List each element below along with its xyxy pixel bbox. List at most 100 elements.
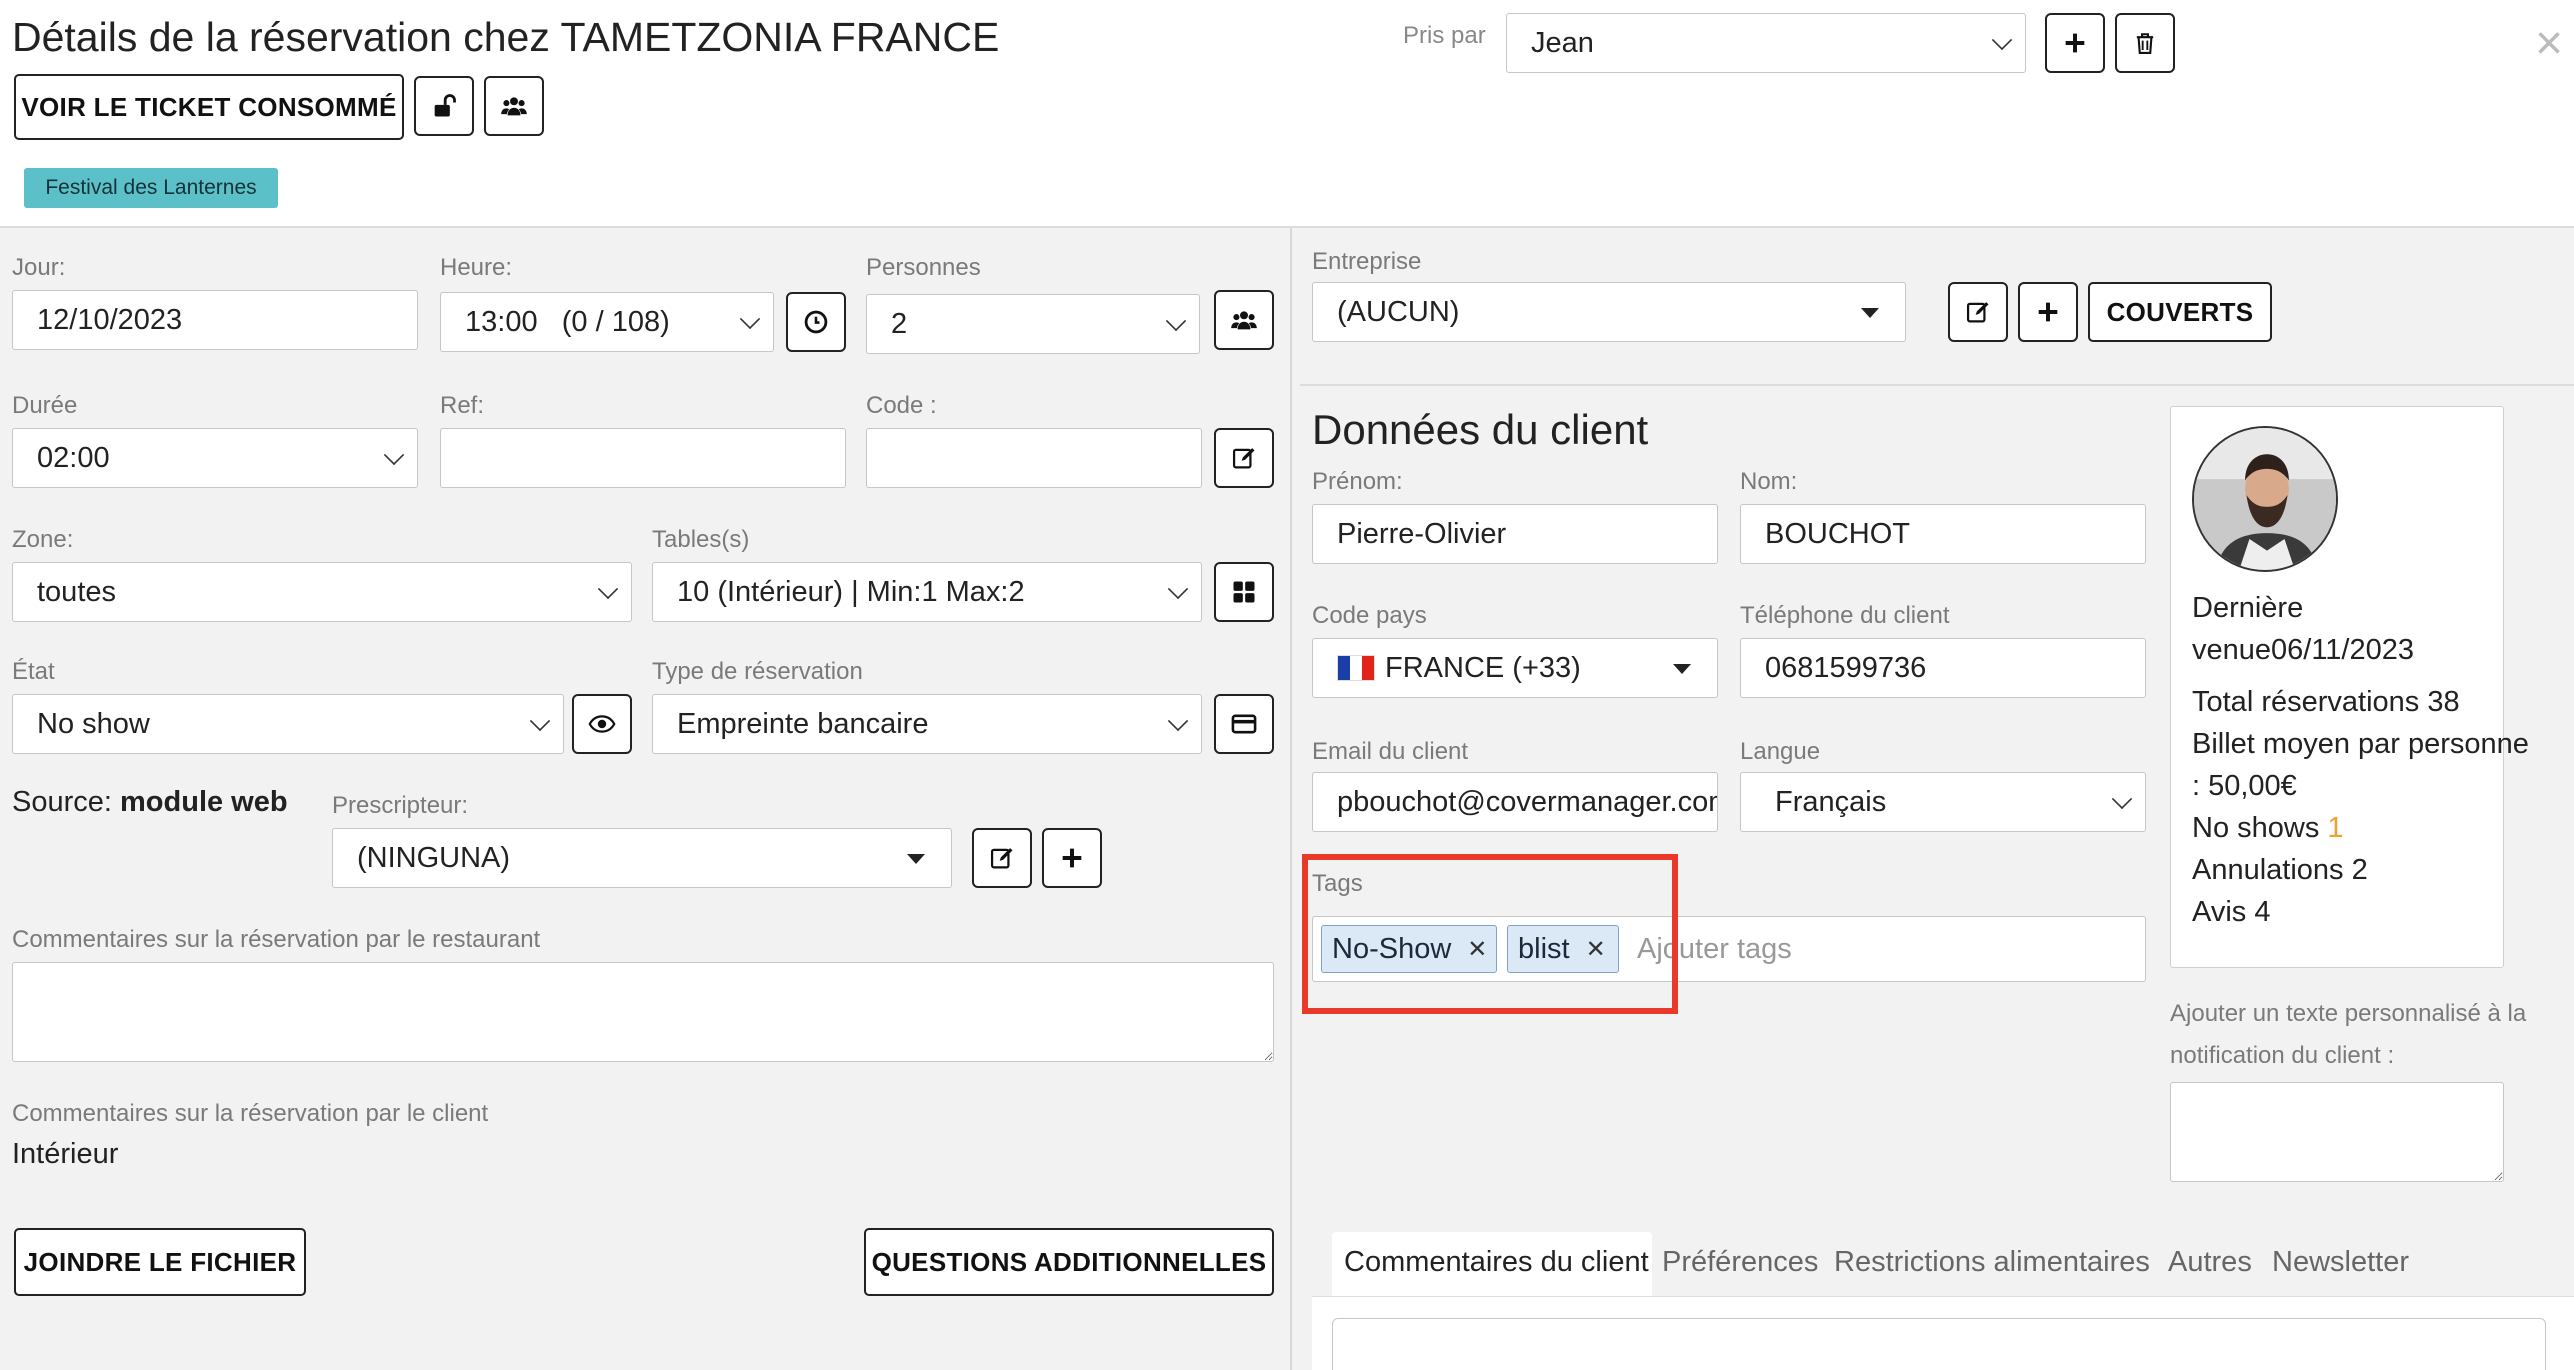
ref-input[interactable] — [440, 428, 846, 488]
notification-textarea[interactable] — [2170, 1082, 2504, 1182]
event-badge[interactable]: Festival des Lanternes — [24, 168, 278, 208]
reservation-type-label: Type de réservation — [652, 658, 863, 685]
taken-by-value: Jean — [1531, 26, 1594, 59]
duration-label: Durée — [12, 392, 78, 419]
caret-down-icon — [1861, 308, 1879, 318]
client-comments-textarea[interactable] — [1332, 1318, 2546, 1370]
day-input[interactable]: 12/10/2023 — [12, 290, 418, 350]
tables-grid-button[interactable] — [1214, 562, 1274, 622]
users-icon — [1231, 311, 1257, 330]
company-label: Entreprise — [1312, 248, 1422, 275]
code-input[interactable] — [866, 428, 1202, 488]
chevron-down-icon — [1991, 29, 2013, 51]
country-code-value: FRANCE (+33) — [1385, 651, 1581, 684]
time-button[interactable] — [786, 292, 846, 352]
company-value: (AUCUN) — [1337, 295, 1460, 328]
edit-company-button[interactable] — [1948, 282, 2008, 342]
zone-select[interactable]: toutes — [12, 562, 632, 622]
country-code-select[interactable]: FRANCE (+33) — [1312, 638, 1718, 698]
duration-value: 02:00 — [37, 441, 110, 474]
view-state-button[interactable] — [572, 694, 632, 754]
chevron-down-icon — [383, 444, 405, 466]
clock-icon — [804, 310, 828, 334]
state-label: État — [12, 658, 55, 685]
plus-icon — [2038, 302, 2058, 322]
add-staff-button[interactable] — [2045, 13, 2105, 73]
additional-questions-button[interactable]: QUESTIONS ADDITIONNELLES — [864, 1228, 1274, 1296]
zone-value: toutes — [37, 575, 116, 608]
tab-client-comments[interactable]: Commentaires du client — [1344, 1246, 1649, 1279]
source-text: Source: module web — [12, 786, 288, 819]
taken-by-select[interactable]: Jean — [1506, 13, 2026, 73]
chevron-down-icon — [1167, 710, 1189, 732]
no-shows-count[interactable]: 1 — [2327, 812, 2343, 844]
add-company-button[interactable] — [2018, 282, 2078, 342]
prescriber-select[interactable]: (NINGUNA) — [332, 828, 952, 888]
notification-label-line1: Ajouter un texte personnalisé à la — [2170, 1000, 2527, 1027]
chevron-down-icon — [1165, 310, 1187, 332]
card-button[interactable] — [1214, 694, 1274, 754]
last-name-input[interactable]: BOUCHOT — [1740, 504, 2146, 564]
phone-value: 0681599736 — [1765, 651, 1927, 684]
caret-down-icon — [1673, 664, 1691, 674]
duration-select[interactable]: 02:00 — [12, 428, 418, 488]
tab-preferences[interactable]: Préférences — [1662, 1246, 1818, 1279]
email-input[interactable]: pbouchot@covermanager.com — [1312, 772, 1718, 832]
users-icon — [501, 97, 527, 116]
last-name-value: BOUCHOT — [1765, 517, 1910, 550]
unlock-button[interactable] — [414, 76, 474, 136]
covers-button[interactable]: COUVERTS — [2088, 282, 2272, 342]
edit-prescriber-button[interactable] — [972, 828, 1032, 888]
taken-by-label: Pris par — [1403, 22, 1486, 49]
tab-others[interactable]: Autres — [2168, 1246, 2252, 1279]
day-label: Jour: — [12, 254, 66, 281]
avatar — [2192, 426, 2338, 572]
edit-icon — [990, 848, 1013, 869]
state-value: No show — [37, 707, 150, 740]
phone-input[interactable]: 0681599736 — [1740, 638, 2146, 698]
reservation-type-select[interactable]: Empreinte bancaire — [652, 694, 1202, 754]
attach-file-button[interactable]: JOINDRE LE FICHIER — [14, 1228, 306, 1296]
avg-ticket-line1: Billet moyen par personne — [2192, 728, 2529, 760]
tables-value: 10 (Intérieur) | Min:1 Max:2 — [677, 575, 1025, 608]
eye-icon — [588, 715, 616, 733]
reviews-stat: Avis 4 — [2192, 896, 2271, 928]
notification-label-line2: notification du client : — [2170, 1042, 2395, 1069]
close-icon[interactable]: × — [2535, 20, 2563, 68]
company-select[interactable]: (AUCUN) — [1312, 282, 1906, 342]
delete-button[interactable] — [2115, 13, 2175, 73]
group-button[interactable] — [484, 76, 544, 136]
edit-icon — [1966, 302, 1989, 323]
people-group-button[interactable] — [1214, 290, 1274, 350]
plus-icon — [2065, 33, 2085, 53]
restaurant-comments-textarea[interactable] — [12, 962, 1274, 1062]
tab-dietary-restrictions[interactable]: Restrictions alimentaires — [1834, 1246, 2150, 1279]
code-label: Code : — [866, 392, 937, 419]
hour-label: Heure: — [440, 254, 513, 281]
first-name-input[interactable]: Pierre-Olivier — [1312, 504, 1718, 564]
avg-ticket-line2: : 50,00€ — [2192, 770, 2297, 802]
people-select[interactable]: 2 — [866, 294, 1200, 354]
add-prescriber-button[interactable] — [1042, 828, 1102, 888]
last-name-label: Nom: — [1740, 468, 1798, 495]
no-shows-stat: No shows 1 — [2192, 812, 2344, 845]
first-name-value: Pierre-Olivier — [1337, 517, 1507, 550]
tables-select[interactable]: 10 (Intérieur) | Min:1 Max:2 — [652, 562, 1202, 622]
edit-icon — [1232, 448, 1255, 469]
language-select[interactable]: Français — [1740, 772, 2146, 832]
state-select[interactable]: No show — [12, 694, 564, 754]
trash-icon — [2136, 33, 2154, 54]
hour-select[interactable]: 13:00 (0 / 108) — [440, 292, 774, 352]
day-value: 12/10/2023 — [37, 303, 183, 336]
ref-label: Ref: — [440, 392, 485, 419]
plus-icon — [1062, 848, 1082, 868]
hour-value: 13:00 (0 / 108) — [465, 305, 670, 338]
email-label: Email du client — [1312, 738, 1469, 765]
grid-icon — [1233, 581, 1255, 603]
edit-code-button[interactable] — [1214, 428, 1274, 488]
prescriber-label: Prescripteur: — [332, 792, 469, 819]
chevron-down-icon — [739, 308, 761, 330]
view-consumed-ticket-button[interactable]: VOIR LE TICKET CONSOMMÉ — [14, 74, 404, 140]
source-value: module web — [120, 786, 288, 818]
tab-newsletter[interactable]: Newsletter — [2272, 1246, 2409, 1279]
